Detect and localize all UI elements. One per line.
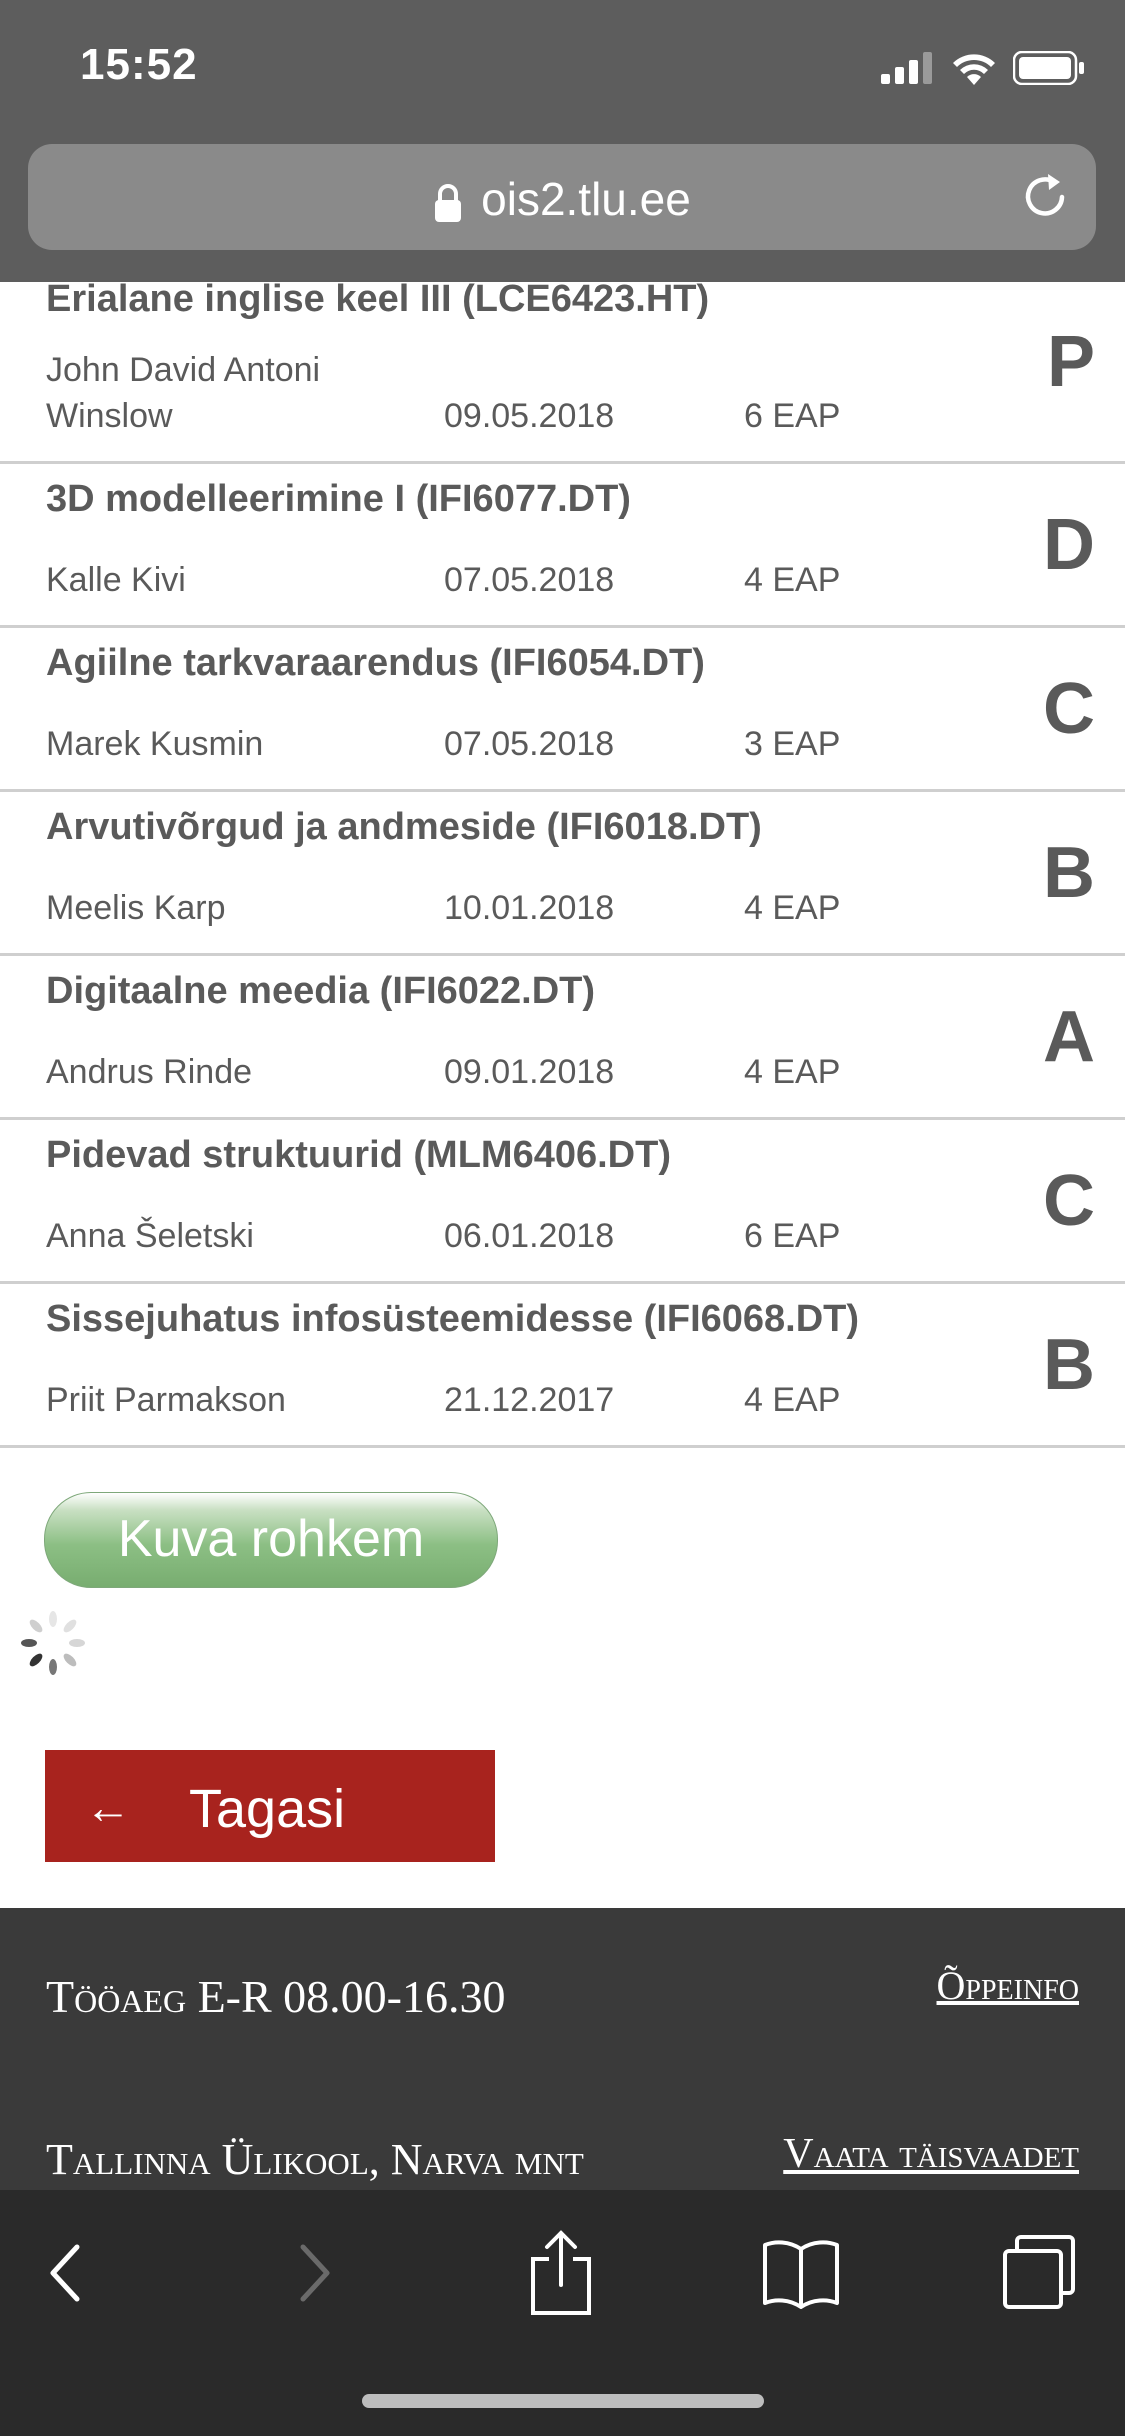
footer-address: Tallinna Ülikool, Narva mnt (46, 2135, 584, 2184)
course-grade: D (1043, 504, 1095, 585)
course-grade: B (1043, 1324, 1095, 1405)
address-bar[interactable]: ois2.tlu.ee (28, 144, 1096, 250)
bookmarks-icon (763, 2240, 839, 2309)
course-credits: 4 EAP (744, 561, 841, 599)
course-row[interactable]: Agiilne tarkvaraarendus (IFI6054.DT) Mar… (0, 628, 1125, 792)
course-title: Erialane inglise keel III (LCE6423.HT) (46, 278, 710, 320)
course-credits: 6 EAP (744, 397, 841, 435)
course-title: 3D modelleerimine I (IFI6077.DT) (46, 478, 631, 520)
signal-icon (881, 52, 932, 84)
course-teacher: Marek Kusmin (46, 725, 264, 763)
course-date: 10.01.2018 (444, 889, 615, 927)
course-teacher: Meelis Karp (46, 889, 226, 927)
back-icon (50, 2244, 80, 2302)
course-row[interactable]: Digitaalne meedia (IFI6022.DT) Andrus Ri… (0, 956, 1125, 1120)
office-hours: Tööaeg E-R 08.00-16.30 (46, 1971, 506, 2022)
loading-spinner-icon (21, 1611, 85, 1675)
course-teacher: John David Antoni Winslow (46, 351, 321, 435)
wifi-icon (953, 54, 995, 85)
course-teacher: Anna Šeletski (46, 1217, 254, 1255)
course-row[interactable]: Erialane inglise keel III (LCE6423.HT) J… (0, 278, 1125, 464)
reload-icon[interactable] (1018, 170, 1072, 224)
course-grade: B (1043, 832, 1095, 913)
share-button[interactable] (516, 2228, 606, 2318)
course-teacher: Kalle Kivi (46, 561, 186, 599)
study-info-link[interactable]: Õppeinfo (937, 1962, 1079, 2009)
bookmarks-button[interactable] (756, 2228, 846, 2318)
home-indicator[interactable] (362, 2394, 764, 2408)
course-list: Erialane inglise keel III (LCE6423.HT) J… (0, 278, 1125, 1448)
browser-back-button[interactable] (20, 2228, 110, 2318)
course-title: Sissejuhatus infosüsteemidesse (IFI6068.… (46, 1298, 860, 1340)
browser-forward-button[interactable] (270, 2228, 360, 2318)
course-date: 06.01.2018 (444, 1217, 615, 1255)
course-row[interactable]: Pidevad struktuurid (MLM6406.DT) Anna Še… (0, 1120, 1125, 1284)
forward-icon (300, 2244, 330, 2302)
tabs-button[interactable] (994, 2228, 1084, 2318)
course-date: 09.01.2018 (444, 1053, 615, 1091)
course-grade: A (1043, 996, 1095, 1077)
status-time: 15:52 (80, 40, 198, 89)
footer: Tööaeg E-R 08.00-16.30 Õppeinfo Tallinna… (0, 1908, 1125, 2190)
course-date: 07.05.2018 (444, 725, 615, 763)
status-icons (881, 46, 1085, 90)
course-date: 09.05.2018 (444, 397, 615, 435)
course-row[interactable]: Arvutivõrgud ja andmeside (IFI6018.DT) M… (0, 792, 1125, 956)
battery-icon (1013, 51, 1084, 85)
course-row[interactable]: 3D modelleerimine I (IFI6077.DT) Kalle K… (0, 464, 1125, 628)
course-grade: C (1043, 1160, 1095, 1241)
tabs-icon (1003, 2235, 1075, 2309)
browser-header: ois2.tlu.ee (0, 140, 1125, 282)
course-grade: P (1046, 322, 1095, 402)
show-more-button[interactable]: Kuva rohkem (44, 1492, 498, 1588)
course-grade: C (1043, 668, 1095, 749)
back-button-label: Tagasi (189, 1779, 346, 1839)
course-credits: 4 EAP (744, 1381, 841, 1419)
course-title: Agiilne tarkvaraarendus (IFI6054.DT) (46, 642, 705, 684)
status-bar: 15:52 (0, 0, 1125, 140)
course-date: 21.12.2017 (444, 1381, 615, 1419)
back-button[interactable]: ← Tagasi (45, 1750, 495, 1862)
url-text: ois2.tlu.ee (481, 173, 691, 225)
course-credits: 6 EAP (744, 1217, 841, 1255)
course-teacher: Andrus Rinde (46, 1053, 253, 1091)
course-credits: 4 EAP (744, 1053, 841, 1091)
course-title: Pidevad struktuurid (MLM6406.DT) (46, 1134, 671, 1176)
course-teacher: Priit Parmakson (46, 1381, 286, 1419)
course-credits: 3 EAP (744, 725, 841, 763)
share-icon (531, 2230, 591, 2315)
course-title: Arvutivõrgud ja andmeside (IFI6018.DT) (46, 806, 762, 848)
full-view-link[interactable]: Vaata täisvaadet (783, 2130, 1079, 2178)
course-credits: 4 EAP (744, 889, 841, 927)
lock-icon (435, 183, 462, 222)
course-row[interactable]: Sissejuhatus infosüsteemidesse (IFI6068.… (0, 1284, 1125, 1448)
course-date: 07.05.2018 (444, 561, 615, 599)
arrow-left-icon: ← (85, 1781, 131, 1833)
address-display[interactable]: ois2.tlu.ee (28, 172, 1096, 226)
course-title: Digitaalne meedia (IFI6022.DT) (46, 970, 596, 1012)
